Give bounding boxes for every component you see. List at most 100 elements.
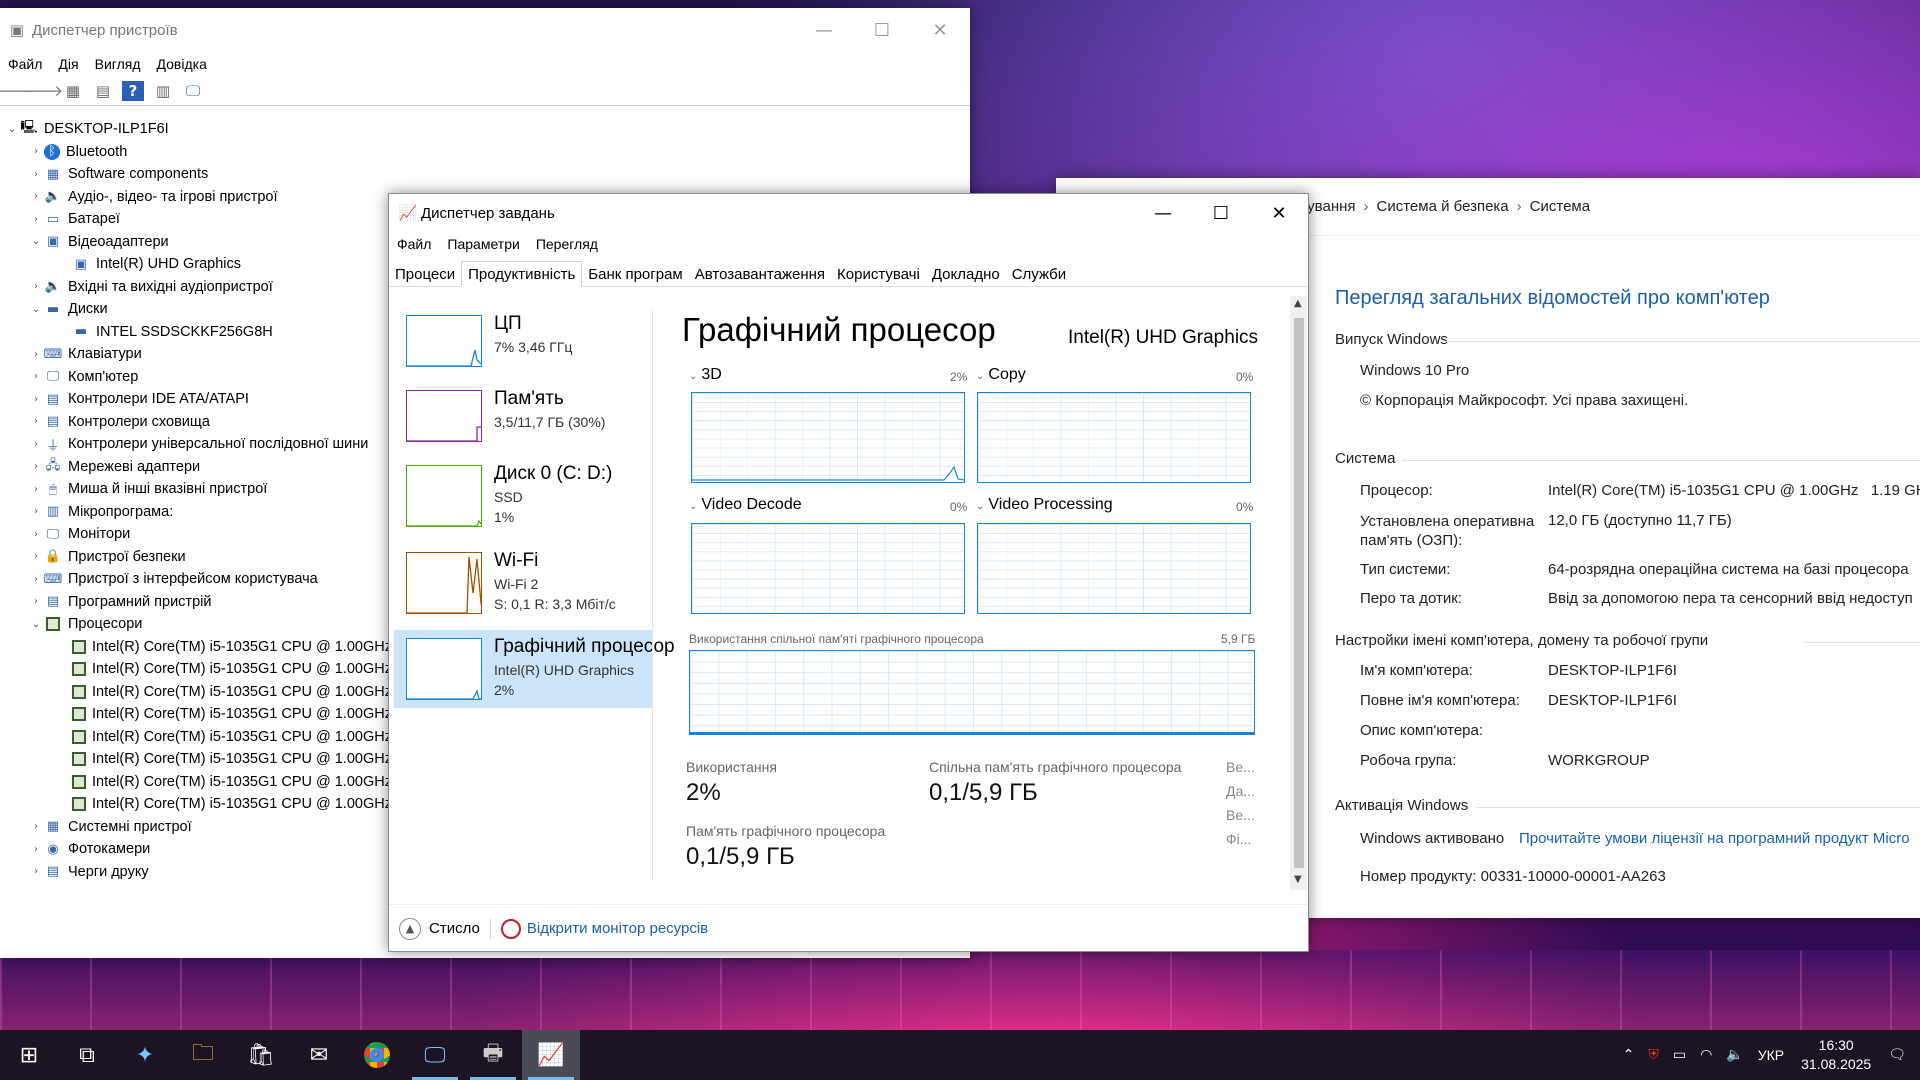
perf-item-gpu[interactable]: Графічний процесор Intel(R) UHD Graphics…: [394, 630, 675, 708]
tree-item[interactable]: › 🔈 Аудіо-, відео- та ігрові пристрої: [0, 186, 390, 209]
scan-hardware-icon[interactable]: 🖵: [182, 81, 204, 101]
tree-item[interactable]: › ◉ Фотокамери: [0, 838, 390, 861]
graph-copy-label[interactable]: ⌄ Copy: [976, 366, 1026, 384]
tree-item[interactable]: › ▦ Системні пристрої: [0, 816, 390, 839]
tree-item[interactable]: Intel(R) Core(TM) i5-1035G1 CPU @ 1.00GH…: [0, 793, 392, 816]
tab-services[interactable]: Служби: [1006, 261, 1072, 287]
graph-video-processing-label[interactable]: ⌄ Video Processing: [976, 496, 1113, 514]
expand-chevron-icon[interactable]: ›: [28, 146, 44, 157]
collapse-chevron-icon[interactable]: ⌄: [28, 304, 44, 315]
minimize-button[interactable]: —: [1134, 194, 1192, 232]
taskbar-file-explorer[interactable]: 🗀: [174, 1030, 232, 1080]
tree-item[interactable]: › 🖵 Монітори: [0, 523, 390, 546]
tree-item[interactable]: › 🖵 Комп'ютер: [0, 366, 390, 389]
collapse-chevron-icon[interactable]: ⌄: [28, 236, 44, 247]
task-manager-titlebar[interactable]: 📈 Диспетчер завдань — ☐ ✕: [389, 194, 1308, 232]
expand-chevron-icon[interactable]: ›: [28, 169, 44, 180]
taskbar-copilot[interactable]: ✦: [116, 1030, 174, 1080]
menu-file[interactable]: Файл: [0, 56, 50, 72]
scrollbar-thumb[interactable]: [1294, 318, 1304, 868]
taskbar-system-window[interactable]: 🖵: [406, 1030, 464, 1080]
expand-chevron-icon[interactable]: ›: [28, 529, 44, 540]
tree-item[interactable]: › 🔒 Пристрої безпеки: [0, 546, 390, 569]
tray-overflow-chevron-icon[interactable]: ⌃: [1623, 1047, 1635, 1063]
perf-item-wifi[interactable]: Wi-Fi Wi-Fi 2 S: 0,1 R: 3,3 Мбіт/с: [394, 544, 652, 624]
expand-chevron-icon[interactable]: ›: [28, 214, 44, 225]
task-view-button[interactable]: ⧉: [58, 1030, 116, 1080]
expand-chevron-icon[interactable]: ›: [28, 844, 44, 855]
expand-chevron-icon[interactable]: ›: [28, 394, 44, 405]
close-button[interactable]: ✕: [911, 8, 969, 52]
tree-item[interactable]: › ▤ Програмний пристрій: [0, 591, 390, 614]
tab-startup[interactable]: Автозавантаження: [689, 261, 831, 287]
tree-root[interactable]: ⌄ 🖳 DESKTOP-ILP1F6I: [0, 118, 390, 141]
back-arrow-icon[interactable]: 🡐: [0, 81, 33, 101]
tree-item[interactable]: › ▤ Черги друку: [0, 861, 390, 884]
expand-chevron-icon[interactable]: ›: [28, 416, 44, 427]
expand-chevron-icon[interactable]: ›: [28, 596, 44, 607]
tab-users[interactable]: Користувачі: [831, 261, 926, 287]
menu-options[interactable]: Параметри: [439, 236, 527, 252]
tree-item[interactable]: ▬ INTEL SSDSCKKF256G8H: [0, 321, 390, 344]
tab-processes[interactable]: Процеси: [389, 261, 461, 287]
tree-item[interactable]: › ▭ Батареї: [0, 208, 390, 231]
tree-item[interactable]: Intel(R) Core(TM) i5-1035G1 CPU @ 1.00GH…: [0, 658, 392, 681]
menu-help[interactable]: Довідка: [149, 56, 215, 72]
tab-performance[interactable]: Продуктивність: [461, 261, 583, 287]
expand-chevron-icon[interactable]: ›: [28, 191, 44, 202]
breadcrumb-item-1[interactable]: Система й безпека: [1377, 198, 1509, 215]
menu-view[interactable]: Перегляд: [528, 236, 606, 252]
start-button[interactable]: ⊞: [0, 1030, 58, 1080]
maximize-button[interactable]: ☐: [853, 8, 911, 52]
device-manager-titlebar[interactable]: ▣ Диспетчер пристроїв — ☐ ✕: [0, 8, 970, 52]
taskbar-task-manager[interactable]: 📈: [522, 1030, 580, 1080]
breadcrumb-item-2[interactable]: Система: [1530, 198, 1590, 215]
show-hide-tree-icon[interactable]: ▦: [62, 81, 84, 101]
tree-item[interactable]: ⌄ Процесори: [0, 613, 390, 636]
expand-chevron-icon[interactable]: ›: [28, 371, 44, 382]
tree-item[interactable]: › 🖧 Мережеві адаптери: [0, 456, 390, 479]
taskbar-device-manager[interactable]: 🖶: [464, 1030, 522, 1080]
forward-arrow-icon[interactable]: 🡒: [23, 81, 63, 101]
collapse-chevron-icon[interactable]: ⌄: [28, 619, 44, 630]
maximize-button[interactable]: ☐: [1192, 194, 1250, 232]
tab-details[interactable]: Докладно: [926, 261, 1006, 287]
collapse-chevron-up-icon[interactable]: ▲: [399, 917, 421, 940]
fewer-details-button[interactable]: Стисло: [429, 920, 480, 937]
expand-chevron-icon[interactable]: ›: [28, 574, 44, 585]
close-button[interactable]: ✕: [1250, 194, 1308, 232]
collapse-chevron-icon[interactable]: ⌄: [4, 124, 20, 135]
perf-item-cpu[interactable]: ЦП 7% 3,46 ГГц: [394, 307, 652, 387]
taskbar-mail[interactable]: ✉: [290, 1030, 348, 1080]
scroll-down-arrow-icon[interactable]: ▼: [1294, 874, 1302, 885]
minimize-button[interactable]: —: [795, 8, 853, 52]
wifi-icon[interactable]: ◠: [1700, 1047, 1712, 1063]
license-terms-link[interactable]: Прочитайте умови ліцензії на програмний …: [1519, 830, 1910, 847]
taskbar-store[interactable]: 🛍: [232, 1030, 290, 1080]
expand-chevron-icon[interactable]: ›: [28, 866, 44, 877]
menu-view[interactable]: Вигляд: [87, 56, 149, 72]
tree-item[interactable]: ⌄ ▬ Диски: [0, 298, 390, 321]
tree-item[interactable]: Intel(R) Core(TM) i5-1035G1 CPU @ 1.00GH…: [0, 703, 392, 726]
tree-item[interactable]: ▣ Intel(R) UHD Graphics: [0, 253, 390, 276]
properties-icon[interactable]: ▤: [92, 81, 114, 101]
keyboard-language[interactable]: УКР: [1758, 1047, 1784, 1063]
expand-chevron-icon[interactable]: ›: [28, 551, 44, 562]
expand-chevron-icon[interactable]: ›: [28, 821, 44, 832]
expand-chevron-icon[interactable]: ›: [28, 461, 44, 472]
scroll-up-arrow-icon[interactable]: ▲: [1294, 298, 1302, 309]
tree-item[interactable]: › ᛒ Bluetooth: [0, 141, 390, 164]
tree-item[interactable]: › ⌨ Клавіатури: [0, 343, 390, 366]
clock[interactable]: 16:30 31.08.2025: [1801, 1036, 1871, 1074]
tree-item[interactable]: › ▤ Контролери сховища: [0, 411, 390, 434]
battery-icon[interactable]: ▭: [1673, 1047, 1686, 1063]
perf-item-disk[interactable]: Диск 0 (C: D:) SSD 1%: [394, 457, 652, 537]
tree-item[interactable]: Intel(R) Core(TM) i5-1035G1 CPU @ 1.00GH…: [0, 681, 392, 704]
tree-item[interactable]: Intel(R) Core(TM) i5-1035G1 CPU @ 1.00GH…: [0, 726, 392, 749]
help-icon[interactable]: ?: [122, 80, 144, 101]
tree-item[interactable]: › ⌨ Пристрої з інтерфейсом користувача: [0, 568, 390, 591]
tree-item[interactable]: ⌄ ▣ Відеоадаптери: [0, 231, 390, 254]
tree-item[interactable]: › ▦ Software components: [0, 163, 390, 186]
tab-app-history[interactable]: Банк програм: [582, 261, 688, 287]
graph-3d-label[interactable]: ⌄ 3D: [689, 366, 722, 384]
